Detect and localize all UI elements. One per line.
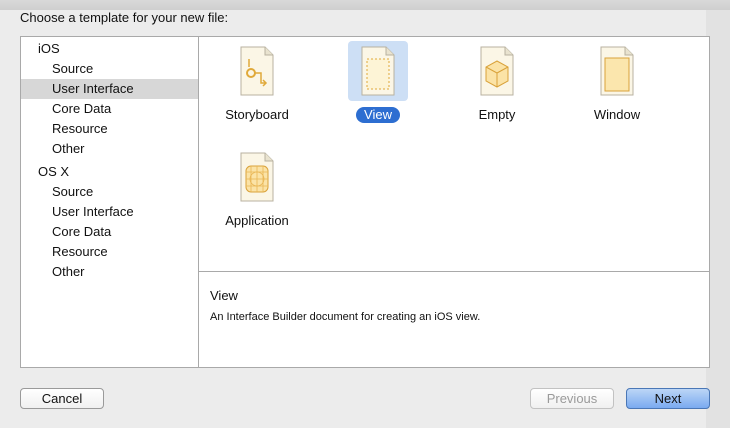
sidebar-item-osx-resource[interactable]: Resource <box>21 242 198 262</box>
template-label: Empty <box>478 107 516 122</box>
application-document-icon <box>227 147 287 207</box>
template-category-sidebar: iOS Source User Interface Core Data Reso… <box>21 37 199 367</box>
window-document-icon <box>587 41 647 101</box>
description-text: An Interface Builder document for creati… <box>210 311 481 323</box>
sidebar-item-osx-core-data[interactable]: Core Data <box>21 222 198 242</box>
sidebar-item-ios-core-data[interactable]: Core Data <box>21 99 198 119</box>
sidebar-item-ios-other[interactable]: Other <box>21 139 198 159</box>
sidebar-item-osx-other[interactable]: Other <box>21 262 198 282</box>
template-storyboard[interactable]: Storyboard <box>207 41 307 123</box>
template-chooser-panel: iOS Source User Interface Core Data Reso… <box>20 36 710 368</box>
sidebar-item-osx-user-interface[interactable]: User Interface <box>21 202 198 222</box>
sidebar-group-ios[interactable]: iOS <box>21 39 198 59</box>
cancel-button[interactable]: Cancel <box>20 388 104 409</box>
template-label: Window <box>593 107 641 122</box>
template-label: View <box>356 107 400 123</box>
template-description: View An Interface Builder document for c… <box>199 272 709 367</box>
sidebar-item-osx-source[interactable]: Source <box>21 182 198 202</box>
sidebar-item-ios-user-interface[interactable]: User Interface <box>21 79 198 99</box>
previous-button[interactable]: Previous <box>530 388 614 409</box>
template-label: Storyboard <box>225 107 289 122</box>
template-application[interactable]: Application <box>207 147 307 229</box>
dialog-prompt: Choose a template for your new file: <box>20 10 229 25</box>
template-view[interactable]: View <box>328 41 428 123</box>
next-button[interactable]: Next <box>626 388 710 409</box>
view-document-icon <box>348 41 408 101</box>
description-title: View <box>210 288 238 303</box>
template-window[interactable]: Window <box>567 41 667 123</box>
template-label: Application <box>225 213 289 228</box>
template-grid: Storyboard View Empty Window Application <box>199 37 709 272</box>
background-toolbar <box>0 0 730 10</box>
sidebar-group-osx[interactable]: OS X <box>21 162 198 182</box>
template-empty[interactable]: Empty <box>447 41 547 123</box>
storyboard-document-icon <box>227 41 287 101</box>
sidebar-item-ios-source[interactable]: Source <box>21 59 198 79</box>
sidebar-item-ios-resource[interactable]: Resource <box>21 119 198 139</box>
empty-cube-document-icon <box>467 41 527 101</box>
